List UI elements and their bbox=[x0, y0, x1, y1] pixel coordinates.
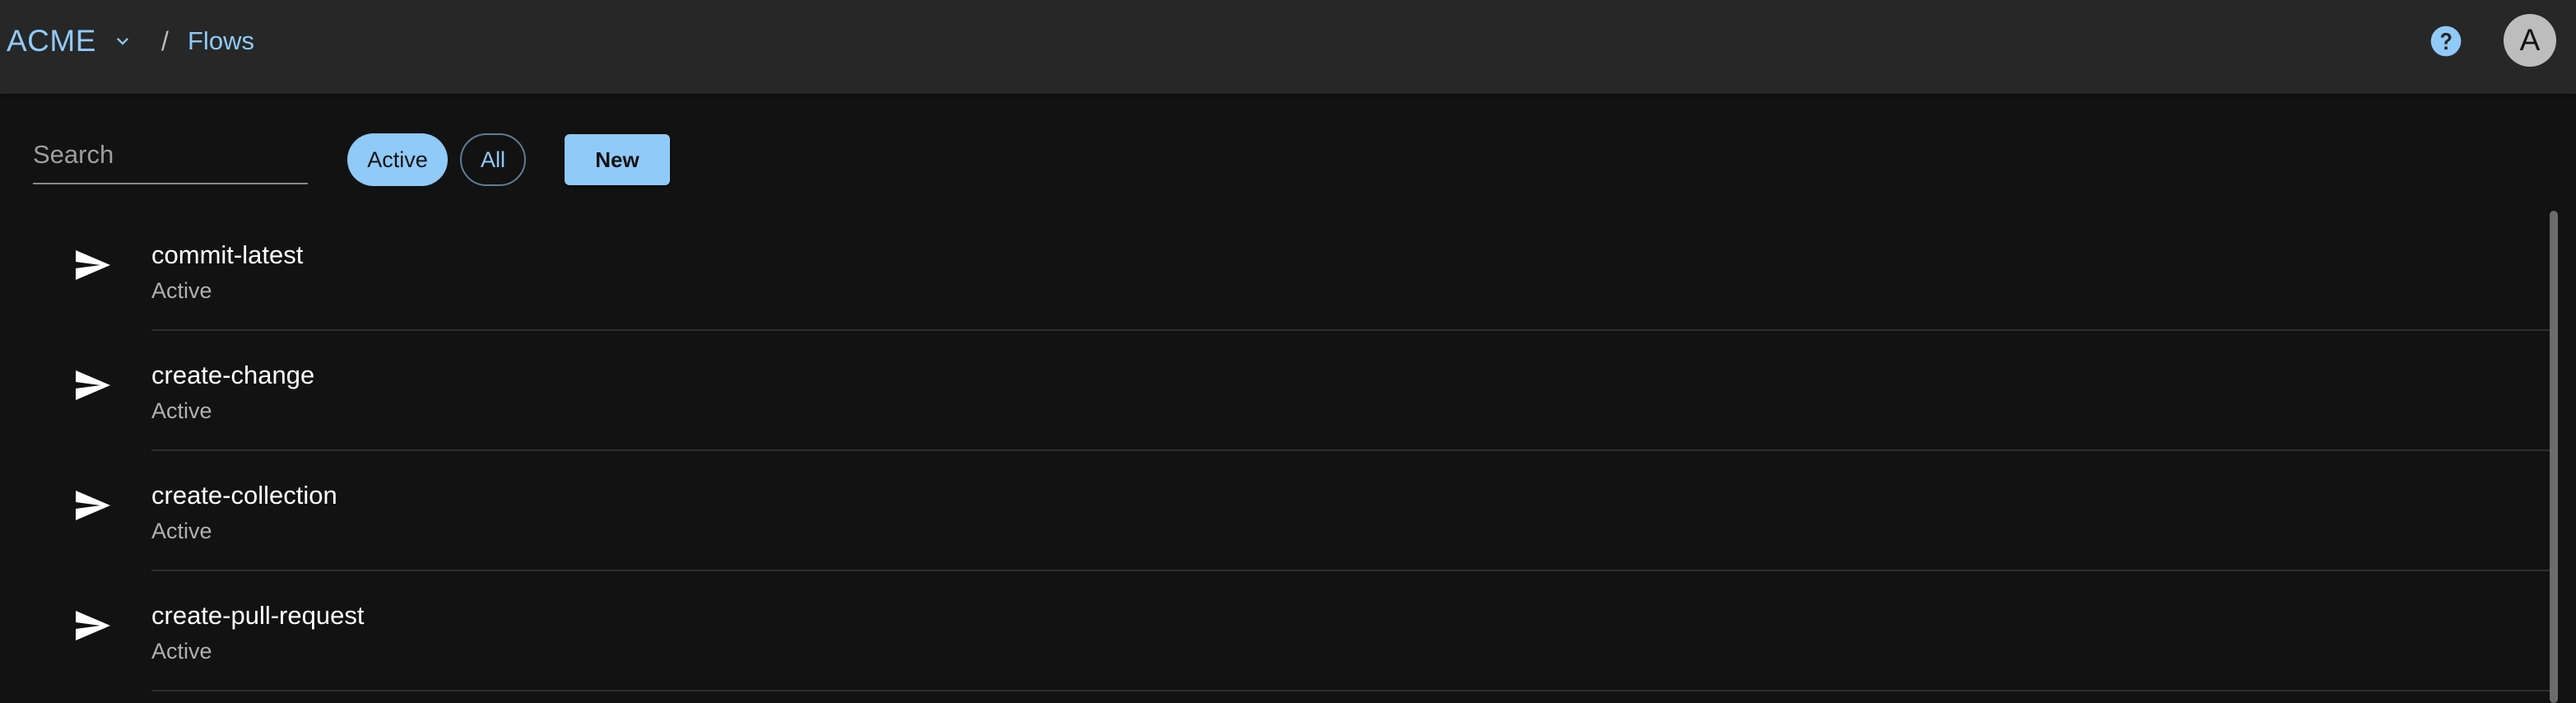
flow-status: Active bbox=[151, 639, 212, 663]
list-divider bbox=[151, 690, 2551, 691]
send-icon bbox=[72, 486, 112, 525]
flow-status: Active bbox=[151, 278, 212, 303]
filter-chip-active[interactable]: Active bbox=[347, 133, 448, 186]
send-icon bbox=[72, 245, 112, 285]
flow-list: commit-latest Active create-change Activ… bbox=[0, 211, 2551, 703]
flow-status: Active bbox=[151, 519, 212, 543]
flow-list-item[interactable]: commit-latest Active bbox=[0, 211, 2551, 331]
scrollbar-thumb[interactable] bbox=[2550, 211, 2558, 703]
flow-list-item[interactable]: create-change Active bbox=[0, 331, 2551, 451]
flow-list-item[interactable]: create-collection Active bbox=[0, 451, 2551, 571]
top-app-bar: ACME / Flows A bbox=[0, 0, 2576, 94]
flow-name: create-pull-request bbox=[151, 601, 365, 630]
org-name: ACME bbox=[7, 24, 96, 58]
send-icon bbox=[72, 606, 112, 645]
org-switcher[interactable]: ACME bbox=[7, 0, 139, 82]
flow-list-item[interactable]: create-pull-request Active bbox=[0, 571, 2551, 691]
flow-name: create-change bbox=[151, 361, 315, 389]
flow-name: create-collection bbox=[151, 481, 337, 510]
new-flow-button[interactable]: New bbox=[565, 134, 670, 185]
breadcrumb-flows[interactable]: Flows bbox=[188, 0, 254, 82]
flow-name: commit-latest bbox=[151, 240, 304, 269]
help-icon[interactable] bbox=[2426, 21, 2466, 61]
chevron-down-icon[interactable] bbox=[106, 25, 139, 58]
search-input[interactable] bbox=[33, 130, 308, 179]
user-avatar[interactable]: A bbox=[2504, 14, 2556, 67]
list-scrollbar[interactable] bbox=[2548, 211, 2560, 703]
search-field[interactable] bbox=[33, 130, 308, 184]
breadcrumb-separator: / bbox=[161, 26, 169, 56]
send-icon bbox=[72, 365, 112, 405]
filter-chip-all[interactable]: All bbox=[460, 133, 526, 186]
flow-status: Active bbox=[151, 398, 212, 423]
